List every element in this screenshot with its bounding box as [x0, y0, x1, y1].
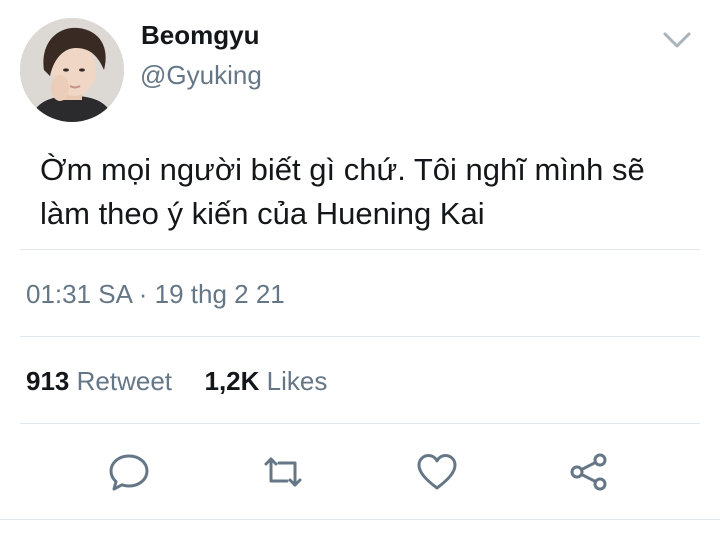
retweets-label: Retweet	[76, 366, 173, 396]
reply-icon[interactable]	[107, 450, 151, 494]
tweet-stats: 913 Retweet 1,2K Likes	[26, 366, 327, 397]
divider	[20, 249, 700, 250]
tweet-text-line: làm theo ý kiến của Huening Kai	[40, 196, 485, 231]
avatar-image	[20, 18, 124, 122]
likes-count: 1,2K	[204, 366, 260, 396]
tweet-text-line: Ờm mọi người biết gì chứ. Tôi nghĩ mình …	[40, 152, 645, 187]
divider	[0, 519, 720, 520]
avatar[interactable]	[20, 18, 124, 122]
retweets-stat[interactable]: 913 Retweet	[26, 366, 179, 396]
divider	[20, 423, 700, 424]
tweet-timestamp[interactable]: 01:31 SA · 19 thg 2 21	[26, 279, 285, 310]
likes-stat[interactable]: 1,2K Likes	[197, 366, 327, 396]
retweets-count: 913	[26, 366, 70, 396]
retweet-icon[interactable]	[261, 450, 305, 494]
display-name[interactable]: Beomgyu	[141, 20, 259, 51]
chevron-down-icon[interactable]	[660, 28, 694, 52]
heart-icon[interactable]	[415, 450, 459, 494]
tweet-text: Ờm mọi người biết gì chứ. Tôi nghĩ mình …	[40, 148, 690, 236]
likes-label: Likes	[266, 366, 328, 396]
divider	[20, 336, 700, 337]
user-handle[interactable]: @Gyuking	[140, 60, 262, 91]
share-icon[interactable]	[567, 450, 611, 494]
